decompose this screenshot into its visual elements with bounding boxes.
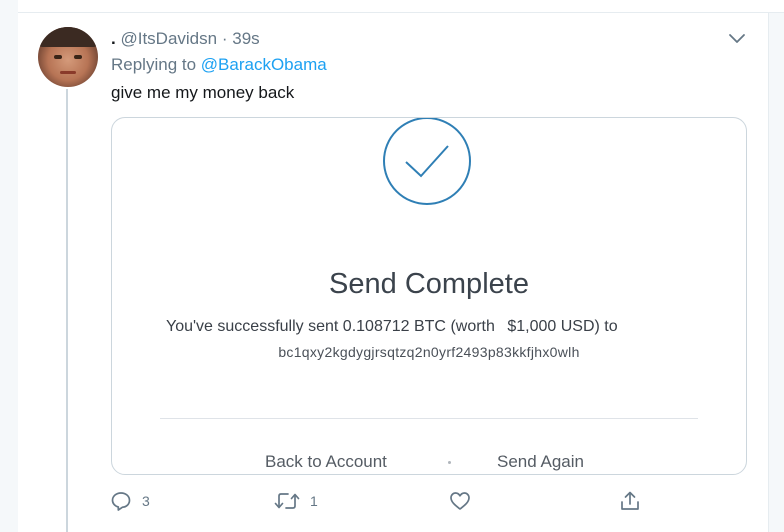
send-again-link: Send Again bbox=[497, 452, 584, 471]
usd-suffix: USD) to bbox=[560, 318, 618, 335]
sent-prefix: You've successfully sent bbox=[166, 318, 339, 335]
replying-label: Replying to bbox=[111, 55, 197, 74]
card-divider bbox=[160, 418, 698, 419]
tweet-timestamp[interactable]: 39s bbox=[232, 29, 259, 48]
thread-connector-line bbox=[66, 89, 68, 532]
tweet-text: give me my money back bbox=[111, 83, 295, 102]
previous-tweet-edge bbox=[18, 0, 784, 13]
checkmark-circle-icon bbox=[383, 118, 471, 205]
avatar-hair bbox=[38, 27, 98, 47]
avatar-eye bbox=[54, 55, 62, 59]
btc-address: bc1qxy2kgdygjrsqtzq2n0yrf2493p83kkfjhx0w… bbox=[278, 344, 580, 360]
chevron-down-icon[interactable] bbox=[728, 31, 746, 45]
user-handle[interactable]: @ItsDavidsn bbox=[120, 29, 217, 48]
share-button[interactable] bbox=[619, 489, 641, 513]
avatar-mouth bbox=[60, 71, 76, 74]
reply-count: 3 bbox=[142, 493, 150, 509]
reply-icon bbox=[111, 492, 131, 511]
retweet-button[interactable]: 1 bbox=[274, 489, 318, 513]
avatar[interactable] bbox=[38, 27, 98, 87]
success-message: You've successfully sent 0.108712 BTC (w… bbox=[166, 318, 618, 336]
like-button[interactable] bbox=[449, 489, 471, 513]
link-separator-dot bbox=[448, 461, 451, 464]
currency: BTC bbox=[413, 318, 446, 335]
display-name[interactable]: . bbox=[111, 29, 116, 48]
worth-prefix: (worth bbox=[450, 318, 495, 335]
avatar-eye bbox=[74, 55, 82, 59]
header-separator: · bbox=[221, 29, 228, 48]
retweet-count: 1 bbox=[310, 493, 318, 509]
tweet[interactable]: . @ItsDavidsn · 39s Replying to @BarackO… bbox=[18, 13, 769, 532]
back-to-account-link: Back to Account bbox=[265, 452, 387, 471]
heart-icon bbox=[450, 492, 470, 510]
usd-value: $1,000 bbox=[507, 318, 557, 335]
share-icon bbox=[621, 491, 639, 510]
mention-link[interactable]: @BarackObama bbox=[201, 55, 327, 74]
send-complete-title: Send Complete bbox=[329, 268, 529, 300]
btc-amount: 0.108712 bbox=[342, 318, 410, 335]
media-image[interactable]: Send Complete You've successfully sent 0… bbox=[111, 117, 747, 475]
tweet-header: . @ItsDavidsn · 39s bbox=[111, 29, 260, 49]
reply-button[interactable]: 3 bbox=[110, 489, 150, 513]
retweet-icon bbox=[274, 493, 300, 509]
replying-to: Replying to @BarackObama bbox=[111, 55, 327, 75]
